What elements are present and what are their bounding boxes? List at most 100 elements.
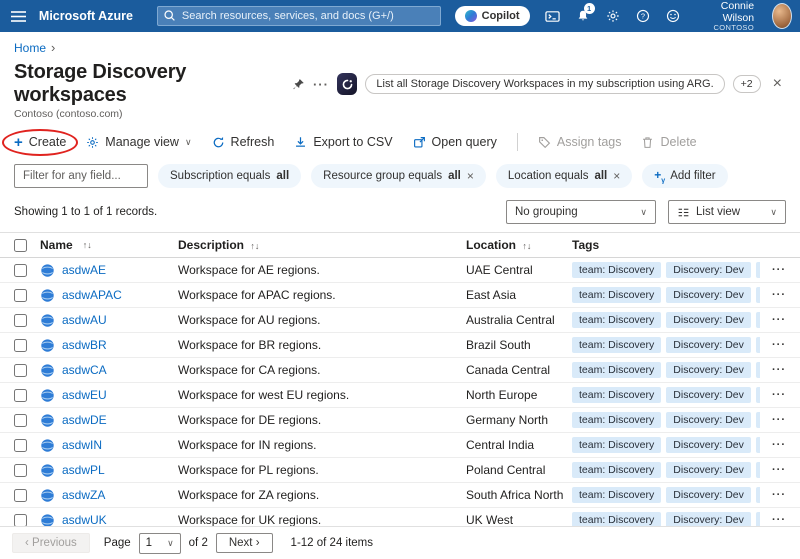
grouping-dropdown[interactable]: No grouping ∨ (506, 200, 656, 224)
table-row[interactable]: asdwPL Workspace for PL regions. Poland … (0, 458, 800, 483)
row-more-icon[interactable]: ··· (760, 289, 786, 301)
row-name-link[interactable]: asdwBR (62, 338, 107, 352)
assign-tags-button[interactable]: Assign tags (538, 135, 621, 149)
table-row[interactable]: asdwAPAC Workspace for APAC regions. Eas… (0, 283, 800, 308)
sort-icon[interactable]: ↑↓ (250, 241, 259, 251)
row-more-icon[interactable]: ··· (760, 514, 786, 526)
row-checkbox[interactable] (14, 263, 27, 277)
cloud-shell-icon[interactable] (540, 0, 566, 32)
more-actions-icon[interactable]: ··· (313, 77, 329, 92)
table-row[interactable]: asdwCA Workspace for CA regions. Canada … (0, 358, 800, 383)
workspace-icon (41, 363, 54, 377)
copilot-query-pill[interactable]: List all Storage Discovery Workspaces in… (365, 74, 725, 94)
column-header-location[interactable]: Location (466, 238, 516, 252)
row-more-icon[interactable]: ··· (760, 464, 786, 476)
row-more-icon[interactable]: ··· (760, 314, 786, 326)
close-icon[interactable]: × (467, 169, 474, 183)
row-more-icon[interactable]: ··· (760, 364, 786, 376)
row-name-link[interactable]: asdwPL (62, 463, 105, 477)
page-number-select[interactable]: 1 ∨ (138, 532, 181, 554)
row-checkbox[interactable] (14, 438, 27, 452)
pin-icon[interactable] (292, 78, 305, 91)
row-name-link[interactable]: asdwEU (62, 388, 107, 402)
row-name-link[interactable]: asdwAU (62, 313, 107, 327)
table-row[interactable]: asdwEU Workspace for west EU regions. No… (0, 383, 800, 408)
row-more-icon[interactable]: ··· (760, 414, 786, 426)
delete-button[interactable]: Delete (641, 135, 697, 149)
row-checkbox[interactable] (14, 488, 27, 502)
row-checkbox[interactable] (14, 288, 27, 302)
table-row[interactable]: asdwAU Workspace for AU regions. Austral… (0, 308, 800, 333)
page-label: Page (103, 537, 131, 549)
table-row[interactable]: asdwAE Workspace for AE regions. UAE Cen… (0, 258, 800, 283)
filter-pill-resource-group[interactable]: Resource group equals all × (311, 164, 486, 188)
row-name-link[interactable]: asdwAPAC (62, 288, 122, 302)
column-header-description[interactable]: Description (178, 238, 244, 252)
row-checkbox[interactable] (14, 313, 27, 327)
previous-page-button[interactable]: ‹ Previous (12, 533, 90, 553)
row-checkbox[interactable] (14, 363, 27, 377)
row-checkbox[interactable] (14, 513, 27, 527)
refresh-icon (213, 136, 223, 147)
view-dropdown[interactable]: List view ∨ (668, 200, 786, 224)
row-more-icon[interactable]: ··· (760, 389, 786, 401)
copilot-query-more-badge[interactable]: +2 (732, 75, 761, 93)
feedback-icon[interactable] (660, 0, 686, 32)
row-name-link[interactable]: asdwZA (62, 488, 105, 502)
row-checkbox[interactable] (14, 413, 27, 427)
search-input[interactable] (156, 6, 441, 26)
breadcrumb-home-link[interactable]: Home (14, 41, 46, 55)
sort-icon[interactable]: ↑↓ (522, 241, 531, 251)
row-description: Workspace for DE regions. (178, 413, 322, 427)
filter-pill-subscription[interactable]: Subscription equals all (158, 164, 302, 188)
row-more-icon[interactable]: ··· (760, 339, 786, 351)
close-icon[interactable]: × (769, 75, 786, 93)
manage-view-button[interactable]: Manage view ∨ (86, 135, 192, 149)
column-header-name[interactable]: Name (40, 238, 73, 252)
row-name-link[interactable]: asdwDE (62, 413, 107, 427)
help-icon[interactable]: ? (630, 0, 656, 32)
row-checkbox[interactable] (14, 338, 27, 352)
filter-input[interactable] (14, 164, 148, 188)
row-name-link[interactable]: asdwIN (62, 438, 102, 452)
select-all-checkbox[interactable] (14, 238, 27, 252)
settings-gear-icon[interactable] (600, 0, 626, 32)
filter-pill-location[interactable]: Location equals all × (495, 164, 633, 188)
create-button[interactable]: + Create (14, 135, 66, 150)
refresh-button[interactable]: Refresh (212, 135, 274, 149)
sort-icon[interactable]: ↑↓ (83, 240, 92, 250)
global-search[interactable] (156, 6, 441, 26)
column-header-tags[interactable]: Tags (572, 238, 599, 252)
hamburger-menu-icon[interactable] (8, 0, 29, 32)
row-checkbox[interactable] (14, 463, 27, 477)
azure-brand[interactable]: Microsoft Azure (39, 9, 133, 23)
row-checkbox[interactable] (14, 388, 27, 402)
row-more-icon[interactable]: ··· (760, 489, 786, 501)
tag-pill: Discovery: Dev (666, 387, 751, 403)
copilot-query-icon[interactable] (336, 73, 358, 95)
next-page-button[interactable]: Next › (215, 533, 273, 553)
notifications-bell-icon[interactable]: 1 (570, 0, 596, 32)
row-name-link[interactable]: asdwCA (62, 363, 107, 377)
row-location: South Africa North (466, 488, 564, 502)
row-name-link[interactable]: asdwAE (62, 263, 106, 277)
row-more-icon[interactable]: ··· (760, 439, 786, 451)
user-avatar[interactable] (772, 3, 792, 29)
row-location: Central India (466, 438, 535, 452)
table-row[interactable]: asdwBR Workspace for BR regions. Brazil … (0, 333, 800, 358)
table-row[interactable]: asdwDE Workspace for DE regions. Germany… (0, 408, 800, 433)
chevron-left-icon: ‹ (25, 537, 29, 549)
user-info[interactable]: Connie Wilson CONTOSO (704, 0, 754, 32)
export-csv-button[interactable]: Export to CSV (294, 135, 393, 149)
row-more-icon[interactable]: ··· (760, 264, 786, 276)
open-query-button[interactable]: Open query (413, 135, 497, 149)
add-filter-button[interactable]: +γ Add filter (642, 164, 728, 188)
tag-pill: team: Discovery (572, 262, 662, 278)
workspace-icon (41, 288, 54, 302)
table-row[interactable]: asdwIN Workspace for IN regions. Central… (0, 433, 800, 458)
copilot-button[interactable]: Copilot (454, 6, 530, 26)
tag-pill: team: Discovery (572, 362, 662, 378)
row-name-link[interactable]: asdwUK (62, 513, 107, 527)
close-icon[interactable]: × (613, 169, 620, 183)
table-row[interactable]: asdwZA Workspace for ZA regions. South A… (0, 483, 800, 508)
